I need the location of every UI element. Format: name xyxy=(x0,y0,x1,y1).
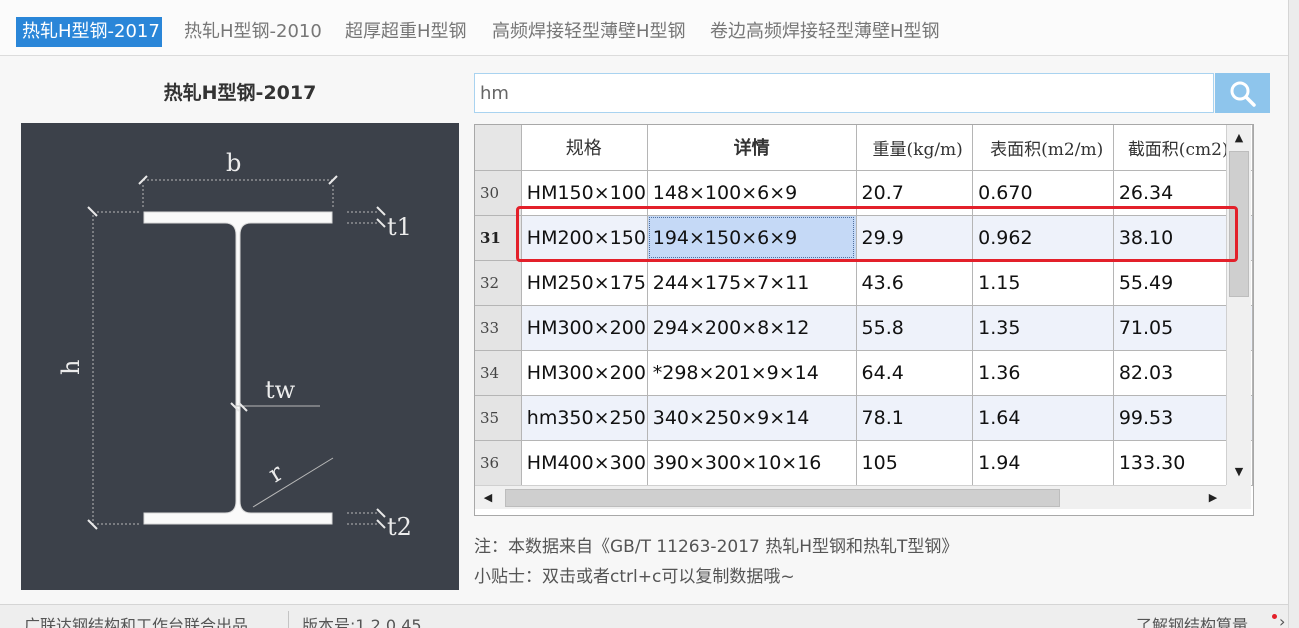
cell-spec[interactable]: HM400×300 xyxy=(520,439,648,486)
data-source-note: 注：本数据来自《GB/T 11263-2017 热轧H型钢和热轧T型钢》 xyxy=(474,537,959,557)
horizontal-scroll-thumb[interactable] xyxy=(505,489,1060,507)
footer-learn-link[interactable]: 了解钢结构算量 xyxy=(1136,612,1248,628)
column-header-weight[interactable]: 重量(kg/m) xyxy=(855,125,974,171)
scroll-left-arrow-icon[interactable]: ◀ xyxy=(477,486,499,510)
notification-dot-icon xyxy=(1272,614,1277,619)
cell-spec[interactable]: HM200×150 xyxy=(520,214,648,261)
label-tw: tw xyxy=(265,376,296,404)
scroll-up-arrow-icon[interactable]: ▲ xyxy=(1227,127,1251,149)
cell-spec[interactable]: hm350×250 xyxy=(520,394,648,441)
column-header-surface[interactable]: 表面积(m2/m) xyxy=(972,125,1114,171)
table-row[interactable]: 34 HM300×200 *298×201×9×14 64.4 1.36 82.… xyxy=(475,349,1253,396)
tab-hot-rolled-2010[interactable]: 热轧H型钢-2010 xyxy=(178,17,328,47)
cell-detail-focused[interactable]: 194×150×6×9 xyxy=(646,214,857,261)
cell-weight[interactable]: 43.6 xyxy=(855,259,974,306)
cell-detail[interactable]: *298×201×9×14 xyxy=(646,349,857,396)
table-row[interactable]: 35 hm350×250 340×250×9×14 78.1 1.64 99.5… xyxy=(475,394,1253,441)
row-number: 34 xyxy=(475,349,522,396)
search-input[interactable] xyxy=(474,73,1214,113)
copy-tip-note: 小贴士：双击或者ctrl+c可以复制数据哦~ xyxy=(474,567,795,587)
cell-surface[interactable]: 1.36 xyxy=(972,349,1114,396)
row-number: 36 xyxy=(475,439,522,486)
table-row[interactable]: 32 HM250×175 244×175×7×11 43.6 1.15 55.4… xyxy=(475,259,1253,306)
cell-surface[interactable]: 0.962 xyxy=(972,214,1114,261)
cell-detail[interactable]: 148×100×6×9 xyxy=(646,169,857,216)
h-beam-section xyxy=(143,211,333,525)
scroll-down-arrow-icon[interactable]: ▼ xyxy=(1227,461,1251,483)
spec-grid: 规格 详情 重量(kg/m) 表面积(m2/m) 截面积(cm2) 30 HM1… xyxy=(475,125,1253,486)
cell-weight[interactable]: 29.9 xyxy=(855,214,974,261)
cell-surface[interactable]: 0.670 xyxy=(972,169,1114,216)
cell-detail[interactable]: 390×300×10×16 xyxy=(646,439,857,486)
tab-lipped-high-frequency-welded[interactable]: 卷边高频焊接轻型薄壁H型钢 xyxy=(704,17,946,47)
window-scrollbar[interactable] xyxy=(1288,0,1299,628)
cell-weight[interactable]: 55.8 xyxy=(855,304,974,351)
chevron-right-icon[interactable]: › xyxy=(1279,612,1285,628)
h-beam-diagram: b h t1 t2 tw r xyxy=(21,123,459,590)
tab-extra-thick-heavy[interactable]: 超厚超重H型钢 xyxy=(339,17,473,47)
cell-weight[interactable]: 105 xyxy=(855,439,974,486)
cell-weight[interactable]: 78.1 xyxy=(855,394,974,441)
cell-detail[interactable]: 244×175×7×11 xyxy=(646,259,857,306)
row-number: 30 xyxy=(475,169,522,216)
footer-bar: 广联达钢结构和工作台联合出品 版本号:1.2.0.45 了解钢结构算量 › xyxy=(0,604,1288,628)
cell-surface[interactable]: 1.35 xyxy=(972,304,1114,351)
label-b: b xyxy=(226,149,241,177)
table-vertical-scrollbar[interactable]: ▲ ▼ xyxy=(1226,125,1251,485)
steel-spec-table: 规格 详情 重量(kg/m) 表面积(m2/m) 截面积(cm2) 30 HM1… xyxy=(474,124,1254,516)
table-row[interactable]: 36 HM400×300 390×300×10×16 105 1.94 133.… xyxy=(475,439,1253,486)
cell-detail[interactable]: 294×200×8×12 xyxy=(646,304,857,351)
label-r: r xyxy=(263,458,288,488)
label-h: h xyxy=(57,360,85,375)
tab-hot-rolled-2017[interactable]: 热轧H型钢-2017 xyxy=(16,17,162,47)
tab-bar: 热轧H型钢-2017 热轧H型钢-2010 超厚超重H型钢 高频焊接轻型薄壁H型… xyxy=(0,0,1288,56)
cell-surface[interactable]: 1.94 xyxy=(972,439,1114,486)
search-icon xyxy=(1230,81,1256,107)
cell-spec[interactable]: HM150×100 xyxy=(520,169,648,216)
row-number: 35 xyxy=(475,394,522,441)
row-number: 33 xyxy=(475,304,522,351)
footer-credit: 广联达钢结构和工作台联合出品 xyxy=(24,616,249,628)
cell-spec[interactable]: HM300×200 xyxy=(520,349,648,396)
section-title: 热轧H型钢-2017 xyxy=(163,82,317,104)
row-header-corner xyxy=(475,125,522,171)
cell-spec[interactable]: HM300×200 xyxy=(520,304,648,351)
search-button[interactable] xyxy=(1215,73,1270,113)
column-header-detail[interactable]: 详情 xyxy=(646,125,857,171)
cell-weight[interactable]: 20.7 xyxy=(855,169,974,216)
table-row-selected[interactable]: 31 HM200×150 194×150×6×9 29.9 0.962 38.1… xyxy=(475,214,1253,261)
cell-detail[interactable]: 340×250×9×14 xyxy=(646,394,857,441)
tab-high-frequency-welded[interactable]: 高频焊接轻型薄壁H型钢 xyxy=(486,17,692,47)
row-number: 32 xyxy=(475,259,522,306)
footer-divider xyxy=(288,611,289,628)
cell-spec[interactable]: HM250×175 xyxy=(520,259,648,306)
vertical-scroll-thumb[interactable] xyxy=(1229,151,1249,297)
label-t1: t1 xyxy=(387,213,412,241)
label-t2: t2 xyxy=(387,513,412,541)
footer-version: 版本号:1.2.0.45 xyxy=(302,616,422,628)
table-horizontal-scrollbar[interactable]: ◀ ▶ xyxy=(475,485,1226,509)
table-row[interactable]: 30 HM150×100 148×100×6×9 20.7 0.670 26.3… xyxy=(475,169,1253,216)
cell-surface[interactable]: 1.64 xyxy=(972,394,1114,441)
column-header-spec[interactable]: 规格 xyxy=(520,125,648,171)
scroll-right-arrow-icon[interactable]: ▶ xyxy=(1202,486,1224,510)
table-row[interactable]: 33 HM300×200 294×200×8×12 55.8 1.35 71.0… xyxy=(475,304,1253,351)
cell-surface[interactable]: 1.15 xyxy=(972,259,1114,306)
row-number: 31 xyxy=(475,214,522,261)
scroll-corner xyxy=(1226,485,1251,509)
cell-weight[interactable]: 64.4 xyxy=(855,349,974,396)
